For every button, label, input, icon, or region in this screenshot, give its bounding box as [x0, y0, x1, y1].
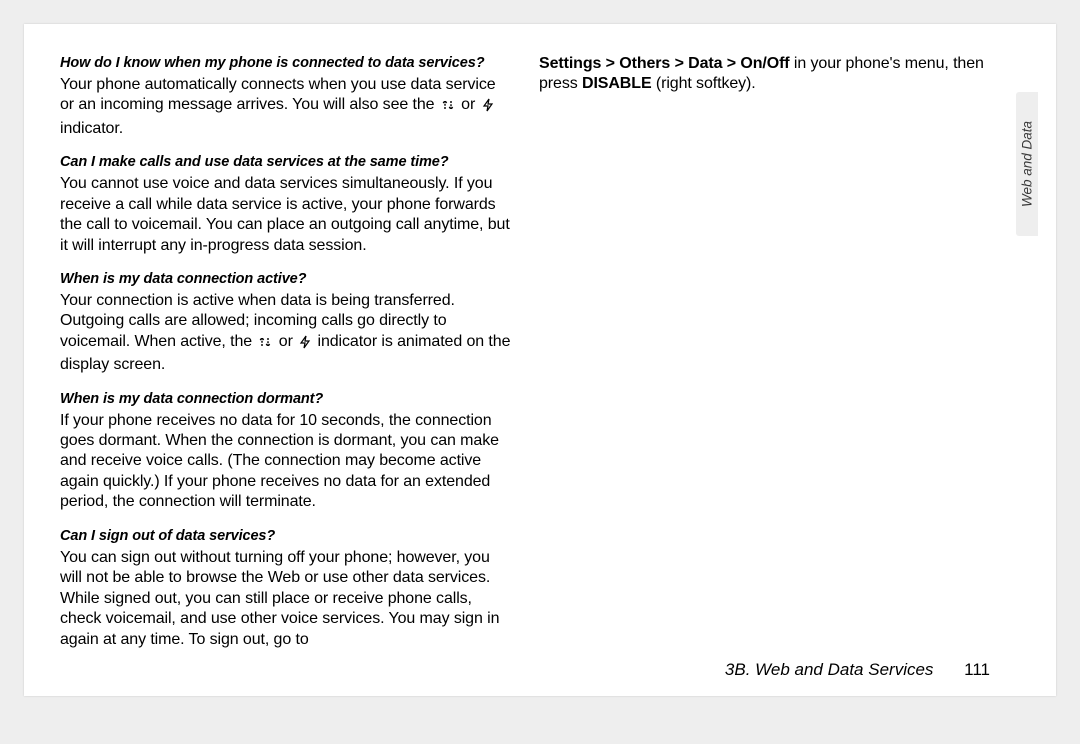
faq-question: How do I know when my phone is connected… [60, 54, 511, 73]
manual-page: Web and Data How do I know when my phone… [24, 24, 1056, 696]
data-bolt-icon [482, 98, 494, 118]
page-footer: 3B. Web and Data Services 111 [24, 660, 990, 680]
side-tab-label: Web and Data [1020, 121, 1035, 207]
menu-path: Settings > Others > Data > On/Off [539, 55, 790, 72]
faq-question: Can I make calls and use data services a… [60, 153, 511, 172]
faq-answer: You cannot use voice and data services s… [60, 174, 511, 256]
faq-answer: Your connection is active when data is b… [60, 291, 511, 376]
data-arrows-icon [441, 98, 455, 118]
data-arrows-icon [258, 335, 272, 355]
faq-question: When is my data connection active? [60, 270, 511, 289]
footer-section-title: 3B. Web and Data Services [725, 660, 934, 679]
faq-answer: Your phone automatically connects when y… [60, 75, 511, 139]
faq-question: Can I sign out of data services? [60, 527, 511, 546]
page-body: How do I know when my phone is connected… [60, 54, 990, 652]
faq-answer: If your phone receives no data for 10 se… [60, 411, 511, 513]
faq-question: When is my data connection dormant? [60, 390, 511, 409]
softkey-label: DISABLE [582, 75, 652, 92]
page-number: 111 [964, 660, 990, 679]
section-side-tab: Web and Data [1016, 92, 1038, 236]
data-bolt-icon [299, 335, 311, 355]
